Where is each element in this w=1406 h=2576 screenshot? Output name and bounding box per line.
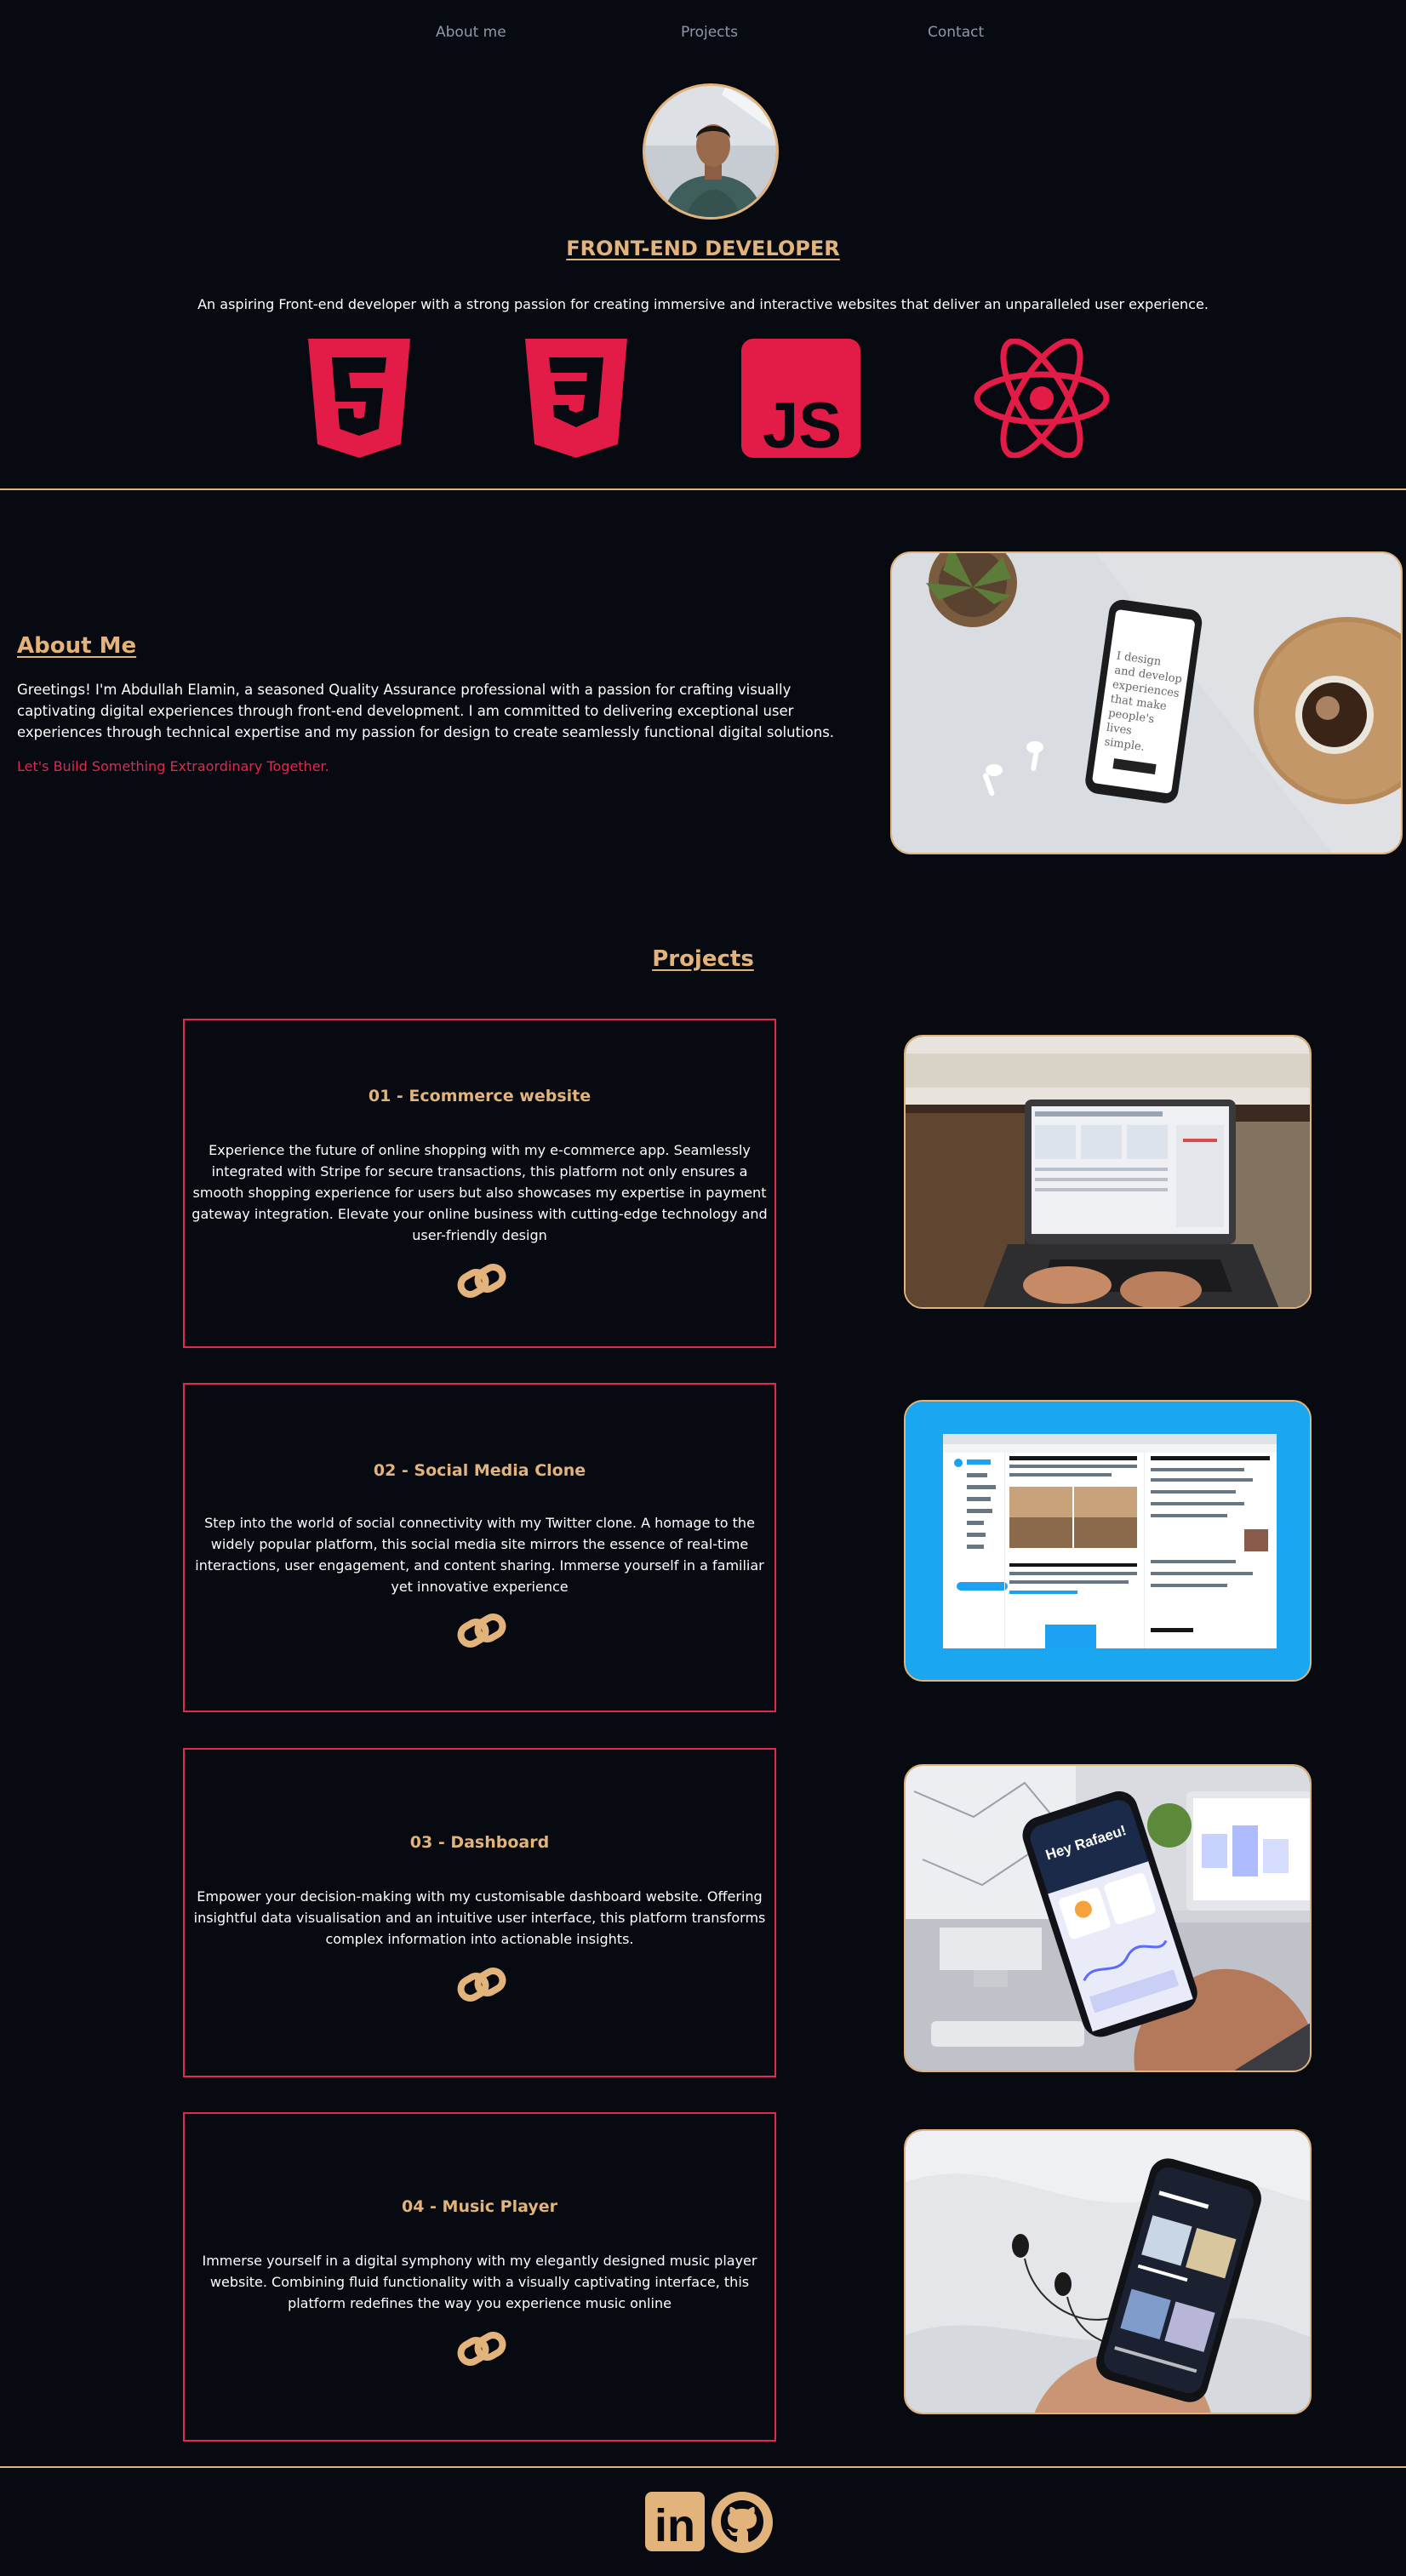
top-nav: About me Projects Contact bbox=[0, 0, 1406, 68]
project-link-icon[interactable] bbox=[455, 1962, 508, 2007]
github-icon[interactable] bbox=[712, 2492, 773, 2556]
projects-title: Projects bbox=[652, 946, 754, 972]
about-image: I design and develop experiences that ma… bbox=[890, 551, 1403, 854]
project-card-2: 02 - Social Media Clone Step into the wo… bbox=[183, 1383, 776, 1712]
javascript-icon: JS bbox=[741, 339, 860, 462]
project-image-4 bbox=[904, 2129, 1312, 2414]
about-title: About Me bbox=[17, 633, 137, 659]
project-link-icon[interactable] bbox=[455, 1259, 508, 1303]
html5-icon bbox=[308, 339, 410, 461]
about-body: Greetings! I'm Abdullah Elamin, a season… bbox=[17, 682, 835, 740]
project-card-4: 04 - Music Player Immerse yourself in a … bbox=[183, 2112, 776, 2442]
js-badge-text: JS bbox=[763, 390, 842, 458]
avatar-photo bbox=[645, 86, 776, 217]
project-title: 01 - Ecommerce website bbox=[368, 1087, 592, 1105]
project-link-icon[interactable] bbox=[455, 2327, 508, 2371]
hero-subtitle: An aspiring Front-end developer with a s… bbox=[197, 296, 1209, 312]
profile-avatar bbox=[643, 83, 779, 220]
about-cta[interactable]: Let's Build Something Extraordinary Toge… bbox=[17, 758, 329, 774]
project-title: 02 - Social Media Clone bbox=[373, 1461, 586, 1480]
project-image-1 bbox=[904, 1035, 1312, 1309]
project-image-3: Hey Rafaeu! bbox=[904, 1764, 1312, 2072]
project-image-2 bbox=[904, 1400, 1312, 1682]
css3-icon bbox=[525, 339, 627, 461]
project-description: Experience the future of online shopping… bbox=[191, 1142, 768, 1243]
project-title: 03 - Dashboard bbox=[409, 1833, 550, 1852]
nav-link-about[interactable]: About me bbox=[436, 24, 506, 41]
project-description: Immerse yourself in a digital symphony w… bbox=[202, 2253, 757, 2311]
project-title: 04 - Music Player bbox=[401, 2197, 557, 2216]
react-icon bbox=[974, 338, 1110, 461]
project-card-1: 01 - Ecommerce website Experience the fu… bbox=[183, 1019, 776, 1348]
project-description: Empower your decision-making with my cus… bbox=[193, 1888, 766, 1947]
page: About me Projects Contact FRONT-END DEVE… bbox=[0, 0, 1406, 2576]
project-card-3: 03 - Dashboard Empower your decision-mak… bbox=[183, 1748, 776, 2077]
nav-link-projects[interactable]: Projects bbox=[681, 24, 738, 41]
phone-screen-text: I design and develop experiences that ma… bbox=[1103, 649, 1183, 754]
hero-title: FRONT-END DEVELOPER bbox=[566, 237, 840, 260]
footer-divider bbox=[0, 2466, 1406, 2468]
section-divider bbox=[0, 488, 1406, 490]
project-link-icon[interactable] bbox=[455, 1608, 508, 1653]
linkedin-text: in bbox=[654, 2500, 695, 2551]
project-description: Step into the world of social connectivi… bbox=[195, 1515, 764, 1595]
linkedin-icon[interactable]: in bbox=[645, 2492, 705, 2555]
nav-link-contact[interactable]: Contact bbox=[928, 24, 984, 41]
